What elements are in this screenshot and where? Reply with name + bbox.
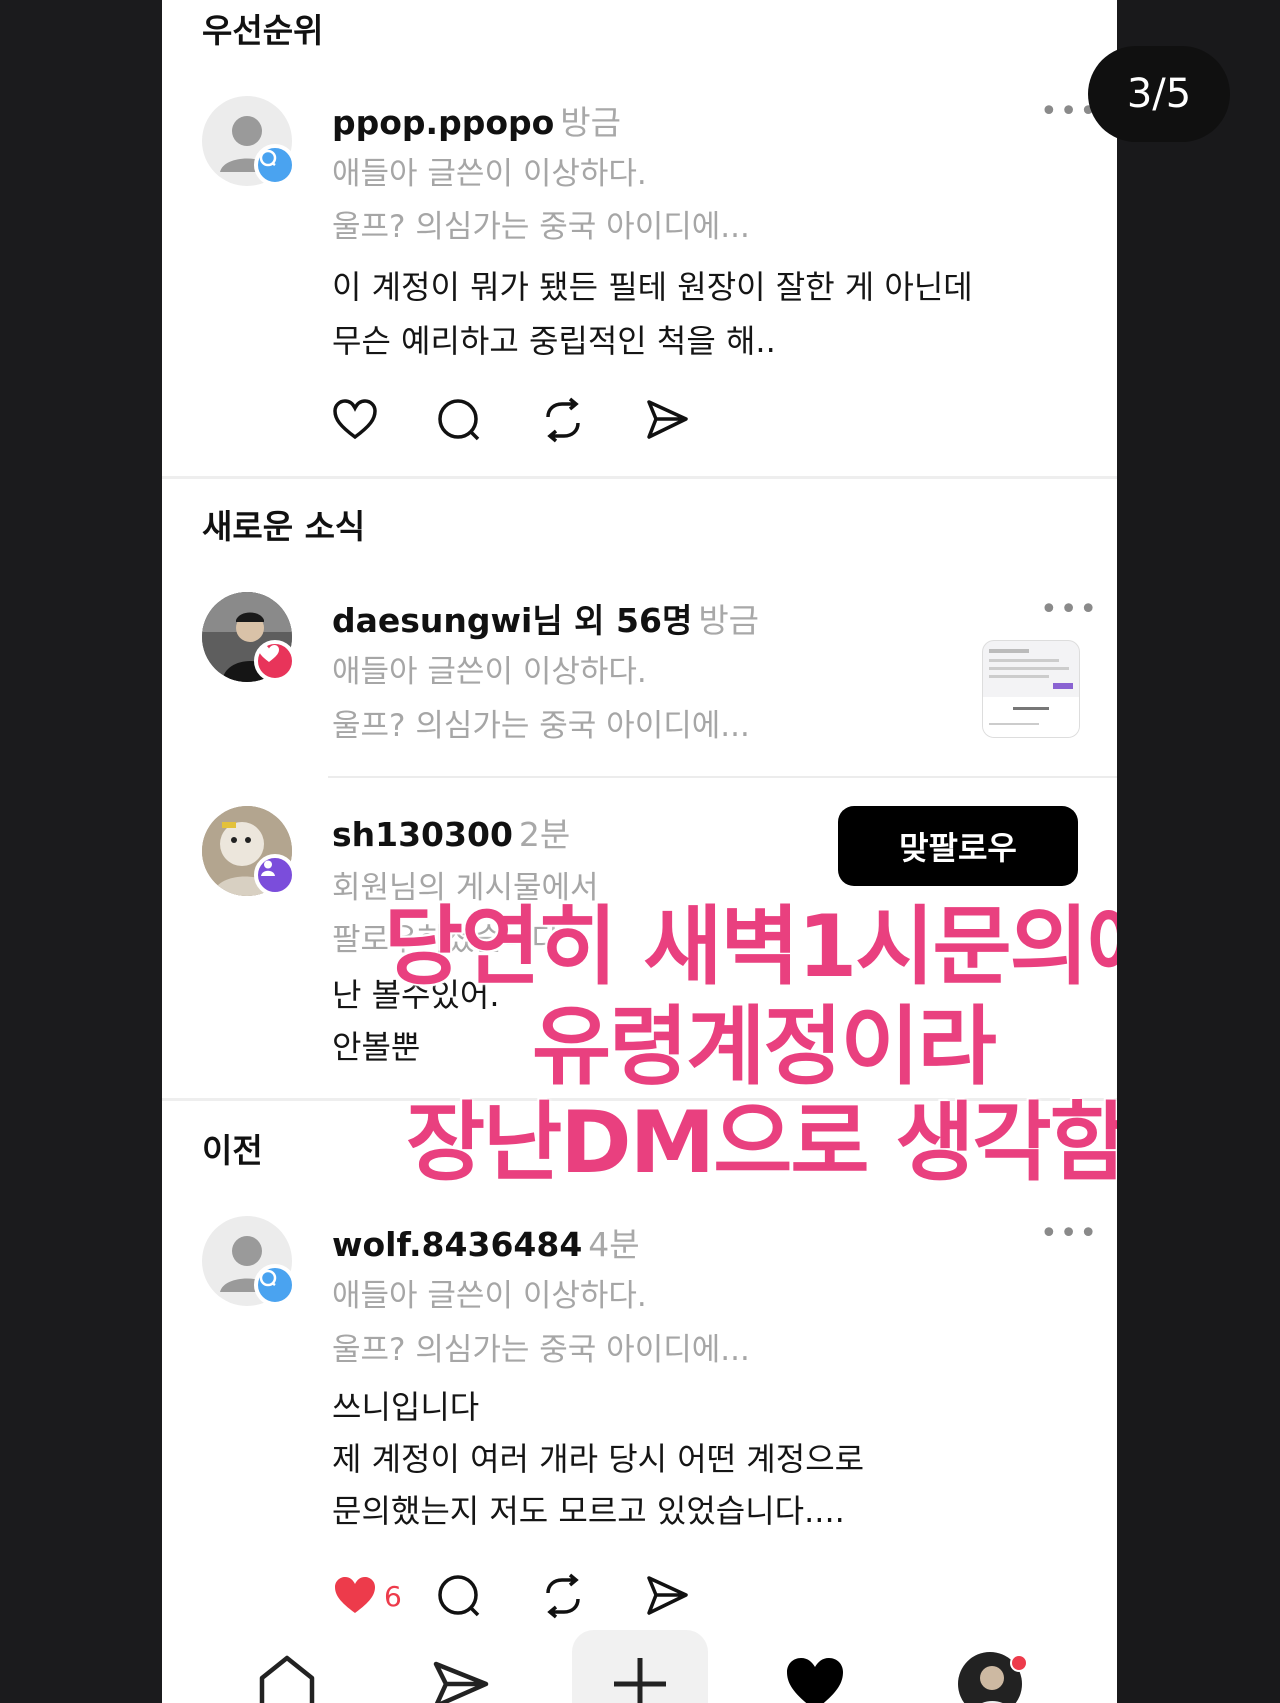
share-icon[interactable]	[644, 1572, 748, 1620]
post-preview-line1[interactable]: 애들아 글쓴이 이상하다.	[332, 148, 647, 193]
avatar[interactable]	[202, 592, 296, 682]
item-divider	[328, 776, 1117, 778]
post-thumbnail[interactable]	[982, 640, 1080, 738]
section-title-previous: 이전	[202, 1131, 263, 1170]
follow-badge-icon	[254, 854, 296, 896]
timestamp: 2분	[518, 815, 571, 854]
reply-text-line2: 제 계정이 여러 개라 당시 어떤 계정으로	[332, 1440, 865, 1478]
username-text[interactable]: wolf.8436484	[332, 1225, 582, 1264]
notification-dot	[1010, 1654, 1028, 1672]
new-post-button[interactable]	[572, 1630, 708, 1703]
repost-icon[interactable]	[540, 1572, 644, 1620]
page-counter: 3/5	[1088, 46, 1230, 142]
reply-text-line1: 쓰니입니다	[332, 1388, 480, 1426]
more-options-icon[interactable]: •••	[1040, 1216, 1099, 1251]
comment-icon[interactable]	[436, 1572, 540, 1620]
username-text[interactable]: ppop.ppopo	[332, 103, 554, 142]
avatar[interactable]	[202, 96, 296, 186]
like-badge-icon	[254, 640, 296, 682]
activity-heart-icon[interactable]	[784, 1656, 846, 1703]
avatar[interactable]	[202, 806, 296, 896]
overlay-caption-line3: 장난DM으로 생각함	[406, 1093, 1117, 1193]
like-count: 6	[384, 1579, 402, 1613]
liked-heart-icon[interactable]: 6	[332, 1572, 436, 1620]
item-username[interactable]: daesungwi님 외 56명 방금	[332, 594, 759, 642]
item-username[interactable]: sh130300 2분	[332, 808, 570, 856]
post-preview-line1[interactable]: 애들아 글쓴이 이상하다.	[332, 1270, 647, 1315]
reply-text-line3: 문의했는지 저도 모르고 있었습니다....	[332, 1492, 845, 1530]
more-options-icon[interactable]: •••	[1040, 592, 1099, 627]
post-preview-line2[interactable]: 울프? 의심가는 중국 아이디에...	[332, 1324, 750, 1369]
reply-badge-icon	[254, 1264, 296, 1306]
item-username[interactable]: wolf.8436484 4분	[332, 1218, 640, 1266]
section-title-priority: 우선순위	[202, 11, 324, 50]
repost-icon[interactable]	[540, 396, 644, 444]
bio-line2: 안볼뿐	[332, 1028, 421, 1066]
right-backdrop	[1117, 0, 1280, 1703]
section-divider	[162, 476, 1117, 479]
reply-text-line1: 이 계정이 뭐가 됐든 필테 원장이 잘한 게 아닌데	[332, 268, 973, 306]
home-icon[interactable]	[258, 1654, 316, 1703]
timestamp: 방금	[560, 103, 622, 142]
follow-back-button[interactable]: 맞팔로우	[838, 806, 1078, 886]
bottom-nav	[162, 1620, 1117, 1703]
username-text[interactable]: sh130300	[332, 815, 513, 854]
share-icon[interactable]	[644, 396, 748, 444]
post-preview-line2[interactable]: 울프? 의심가는 중국 아이디에...	[332, 201, 750, 246]
like-icon[interactable]	[332, 396, 436, 444]
post-preview-line1[interactable]: 애들아 글쓴이 이상하다.	[332, 646, 647, 691]
username-text[interactable]: daesungwi	[332, 601, 532, 640]
item-username[interactable]: ppop.ppopo 방금	[332, 96, 621, 144]
timestamp: 방금	[698, 601, 760, 640]
section-title-new: 새로운 소식	[202, 507, 366, 546]
activity-panel: 우선순위 ppop.ppopo 방금 애들아 글쓴이 이상하다. 울프? 의심가는…	[162, 0, 1117, 1703]
avatar[interactable]	[202, 1216, 296, 1306]
plus-icon	[614, 1658, 666, 1703]
reply-badge-icon	[254, 144, 296, 186]
action-bar	[332, 396, 748, 444]
post-preview-line2[interactable]: 울프? 의심가는 중국 아이디에...	[332, 700, 750, 745]
reply-text-line2: 무슨 예리하고 중립적인 척을 해..	[332, 322, 776, 360]
timestamp: 4분	[588, 1225, 640, 1264]
comment-icon[interactable]	[436, 396, 540, 444]
left-backdrop	[0, 0, 162, 1703]
others-count: 님 외 56명	[532, 601, 693, 640]
send-icon[interactable]	[432, 1660, 490, 1703]
action-bar: 6	[332, 1572, 748, 1620]
